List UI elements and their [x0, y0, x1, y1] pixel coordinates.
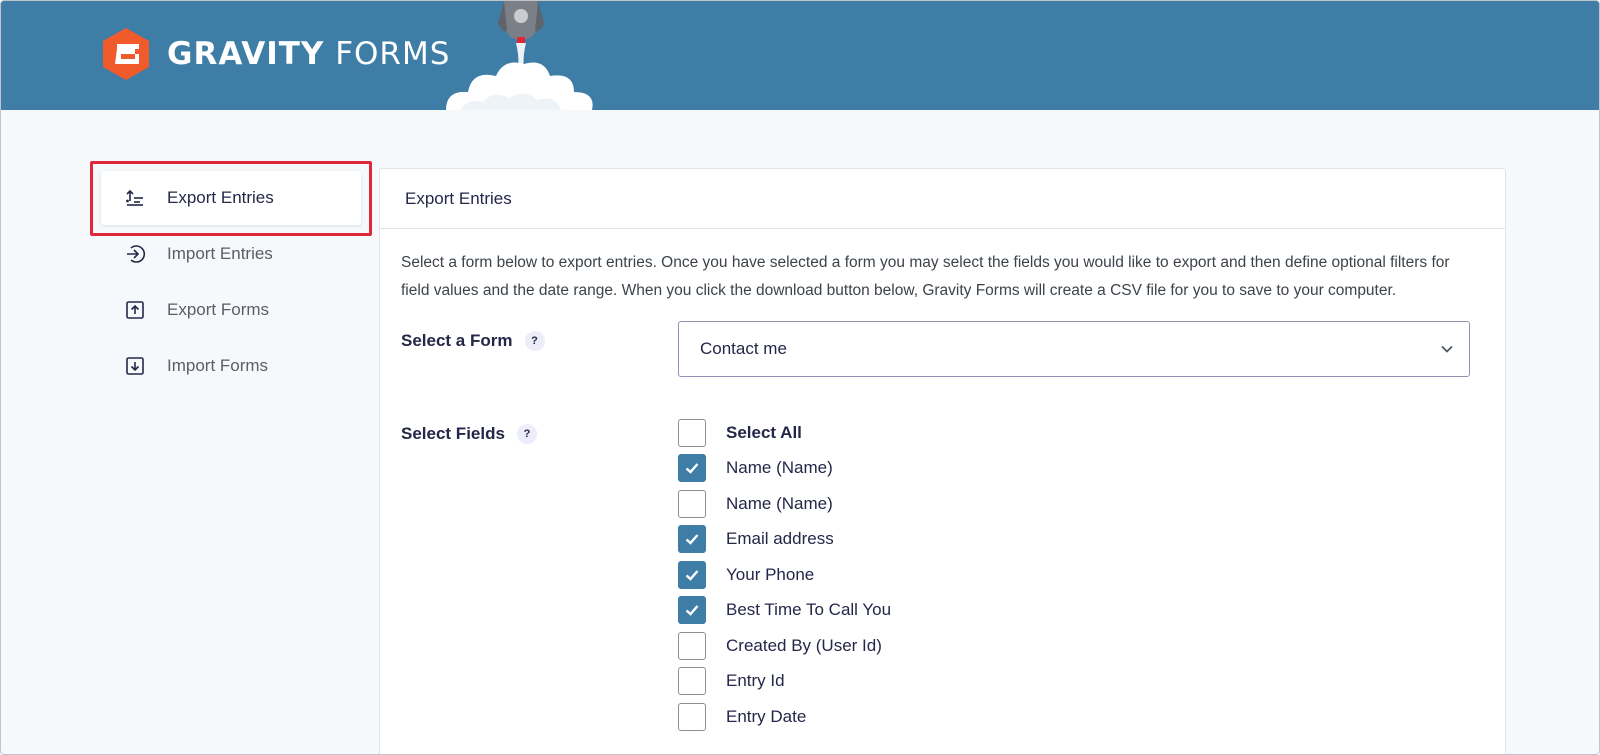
- checkmark-icon: [685, 463, 699, 474]
- checkmark-icon: [685, 569, 699, 581]
- checkbox-label: Your Phone: [726, 564, 815, 584]
- checkbox[interactable]: [678, 596, 706, 625]
- sidebar-item-label: Import Entries: [167, 244, 273, 263]
- export-forms-icon: [123, 298, 147, 322]
- field-checkbox-row[interactable]: Your Phone: [678, 557, 1471, 593]
- sidebar-item-import-entries[interactable]: Import Entries: [101, 227, 361, 281]
- panel-title: Export Entries: [380, 169, 1505, 229]
- checkmark-icon: [685, 605, 699, 616]
- app-window: GRAVITY FORMS Export Entries Import Entr…: [0, 0, 1600, 755]
- select-form-label-text: Select a Form: [401, 331, 513, 350]
- sidebar-item-label: Export Entries: [167, 188, 274, 207]
- sidebar-nav: Export Entries Import Entries Export For…: [101, 171, 361, 395]
- export-entries-panel: Export Entries Select a form below to ex…: [379, 168, 1506, 754]
- checkbox-label: Best Time To Call You: [726, 600, 892, 620]
- field-checkbox-row[interactable]: Created By (User Id): [678, 628, 1471, 664]
- checkbox[interactable]: [678, 560, 706, 589]
- checkbox-label: Name (Name): [726, 458, 833, 478]
- checkbox-label: Entry Date: [726, 706, 807, 726]
- field-checkbox-row[interactable]: Best Time To Call You: [678, 593, 1471, 629]
- checkbox[interactable]: [678, 418, 706, 447]
- checkbox-label: Created By (User Id): [726, 635, 882, 655]
- chevron-down-icon: [1441, 345, 1453, 353]
- sidebar-item-export-entries[interactable]: Export Entries: [101, 171, 361, 225]
- select-all-checkbox-row[interactable]: Select All: [678, 415, 1471, 451]
- rocket-illustration: [446, 1, 593, 110]
- gravity-forms-logo[interactable]: GRAVITY FORMS: [101, 27, 450, 81]
- brand-wordmark: GRAVITY FORMS: [167, 36, 450, 72]
- select-fields-row: Select Fields ? Select All Name (Name) Nam…: [401, 415, 1471, 735]
- header-banner: GRAVITY FORMS: [1, 1, 1599, 110]
- checkbox-label: Name (Name): [726, 493, 833, 513]
- select-form-row: Select a Form ? Contact me: [401, 321, 1471, 377]
- field-checkbox-row[interactable]: Email address: [678, 522, 1471, 558]
- checkbox-label: Email address: [726, 529, 834, 549]
- gravity-forms-logo-icon: [103, 28, 149, 80]
- sidebar-item-label: Import Forms: [167, 356, 269, 375]
- checkbox[interactable]: [678, 667, 706, 696]
- help-icon[interactable]: ?: [524, 331, 545, 351]
- checkbox[interactable]: [678, 525, 706, 554]
- export-entries-icon: [123, 186, 147, 210]
- form-select-value: Contact me: [700, 339, 787, 358]
- field-checkbox-row[interactable]: Name (Name): [678, 451, 1471, 487]
- import-entries-icon: [123, 242, 147, 266]
- select-form-label: Select a Form ?: [401, 331, 545, 351]
- checkbox-label: Select All: [726, 422, 802, 442]
- brand-name-light: FORMS: [335, 36, 451, 72]
- checkbox[interactable]: [678, 631, 706, 660]
- sidebar-item-export-forms[interactable]: Export Forms: [101, 283, 361, 337]
- field-checkbox-row[interactable]: Entry Id: [678, 664, 1471, 700]
- select-fields-label: Select Fields ?: [401, 424, 537, 444]
- field-checkbox-row[interactable]: Entry Date: [678, 699, 1471, 735]
- checkmark-icon: [685, 534, 699, 545]
- checkbox[interactable]: [678, 702, 706, 731]
- import-forms-icon: [123, 354, 147, 378]
- brand-name-strong: GRAVITY: [167, 36, 325, 72]
- help-icon[interactable]: ?: [516, 424, 537, 444]
- checkbox[interactable]: [678, 489, 706, 518]
- checkbox-label: Entry Id: [726, 671, 785, 691]
- checkbox[interactable]: [678, 454, 706, 483]
- field-checkbox-row[interactable]: Name (Name): [678, 486, 1471, 522]
- form-select-dropdown[interactable]: Contact me: [678, 321, 1470, 377]
- sidebar-item-label: Export Forms: [167, 300, 270, 319]
- panel-description: Select a form below to export entries. O…: [401, 254, 1450, 299]
- sidebar-item-import-forms[interactable]: Import Forms: [101, 339, 361, 393]
- field-checkbox-list: Select All Name (Name) Name (Name) Email ad…: [678, 415, 1471, 735]
- select-fields-label-text: Select Fields: [401, 424, 505, 443]
